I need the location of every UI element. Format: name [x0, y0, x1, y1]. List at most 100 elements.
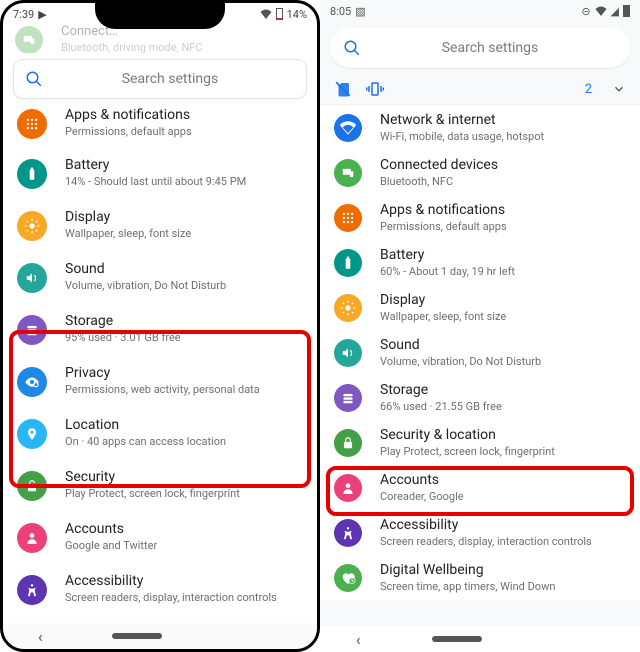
settings-item-storage[interactable]: Storage95% used · 3.01 GB free [3, 303, 317, 355]
item-title: Display [380, 292, 506, 308]
wifi-icon [260, 9, 272, 19]
sound-icon [17, 263, 47, 293]
item-title: Battery [65, 157, 246, 173]
apps-notifications-icon [334, 204, 362, 232]
item-subtitle: Volume, vibration, Do Not Disturb [380, 355, 541, 368]
battery-icon [334, 249, 362, 277]
item-title: Location [65, 417, 226, 433]
item-subtitle: Permissions, default apps [65, 125, 192, 138]
item-subtitle: Screen readers, display, interaction con… [380, 535, 592, 548]
item-title: Accessibility [380, 517, 592, 533]
item-subtitle: Volume, vibration, Do Not Disturb [65, 279, 226, 292]
settings-item-display[interactable]: Display Wallpaper, sleep, font size [3, 199, 317, 251]
settings-item-digital-wellbeing[interactable]: Digital WellbeingScreen time, app timers… [320, 555, 640, 600]
settings-item-connected-devices[interactable]: Connected devices Bluetooth, NFC [320, 150, 640, 195]
privacy-icon [17, 367, 47, 397]
search-placeholder: Search settings [362, 40, 618, 56]
settings-item-storage[interactable]: Storage66% used · 21.55 GB free [320, 375, 640, 420]
settings-item-accessibility[interactable]: Accessibility Screen readers, display, in… [320, 510, 640, 555]
signal-icon: ◢ [611, 5, 619, 18]
item-title: Accounts [65, 521, 157, 537]
item-subtitle: Play Protect, screen lock, fingerprint [65, 487, 240, 500]
item-subtitle: Permissions, web activity, personal data [65, 383, 260, 396]
item-title: Accounts [380, 472, 464, 488]
item-subtitle: Screen time, app timers, Wind Down [380, 580, 555, 593]
settings-item-sound[interactable]: Sound Volume, vibration, Do Not Disturb [3, 251, 317, 303]
location-icon [17, 419, 47, 449]
phone-right: 8:05 ▧ ⊝ ◢ Search settings 2 Network & i… [320, 0, 640, 652]
devices-icon [15, 26, 43, 53]
status-time: 7:39 [13, 8, 34, 21]
notch [95, 1, 225, 29]
item-subtitle: 14% - Should last until about 9:45 PM [65, 175, 246, 188]
settings-item-security-location[interactable]: Security & locationPlay Protect, screen … [320, 420, 640, 465]
accessibility-icon [17, 575, 47, 605]
battery-icon [17, 159, 47, 189]
search-bar[interactable]: Search settings [13, 59, 307, 99]
sim-off-icon[interactable] [334, 80, 352, 98]
item-subtitle: Coreader, Google [380, 490, 464, 503]
item-title: Display [65, 209, 191, 225]
settings-item-location[interactable]: LocationOn · 40 apps can access location [3, 407, 317, 459]
youtube-icon: ▶ [38, 8, 46, 21]
search-icon [342, 38, 362, 58]
item-title: Sound [380, 337, 541, 353]
item-subtitle: Google and Twitter [65, 539, 157, 552]
back-button[interactable]: ‹ [38, 627, 43, 646]
vibrate-icon[interactable] [366, 80, 384, 98]
settings-item-battery[interactable]: Battery 14% - Should last until about 9:4… [3, 147, 317, 199]
item-title: Network & internet [380, 112, 544, 128]
settings-item-apps[interactable]: Apps & notifications Permissions, defaul… [3, 105, 317, 147]
chip-count: 2 [585, 82, 592, 97]
settings-item-sound[interactable]: Sound Volume, vibration, Do Not Disturb [320, 330, 640, 375]
security-location-icon [334, 429, 362, 457]
accounts-icon [334, 474, 362, 502]
partial-item-connected[interactable]: Connect… Bluetooth, driving mode, NFC [3, 25, 317, 53]
nav-bar: ‹ [3, 623, 317, 649]
security-icon [17, 471, 47, 501]
settings-item-display[interactable]: Display Wallpaper, sleep, font size [320, 285, 640, 330]
settings-item-accounts[interactable]: Accounts Google and Twitter [3, 511, 317, 563]
item-subtitle: Wallpaper, sleep, font size [380, 310, 506, 323]
wifi-icon [595, 6, 607, 16]
settings-item-accounts[interactable]: Accounts Coreader, Google [320, 465, 640, 510]
settings-item-network-internet[interactable]: Network & internet Wi-Fi, mobile, data us… [320, 105, 640, 150]
item-title: Privacy [65, 365, 260, 381]
search-bar[interactable]: Search settings [330, 28, 630, 68]
chevron-down-icon[interactable] [612, 82, 626, 96]
screenshot-icon: ▧ [355, 5, 365, 18]
suggestion-chips: 2 [320, 74, 640, 105]
settings-item-apps-notifications[interactable]: Apps & notificationsPermissions, default… [320, 195, 640, 240]
item-title: Accessibility [65, 573, 277, 589]
home-pill[interactable] [112, 633, 162, 639]
apps-icon [17, 109, 47, 139]
item-title: Connected devices [380, 157, 498, 173]
status-bar: 8:05 ▧ ⊝ ◢ [320, 0, 640, 22]
item-subtitle: Bluetooth, NFC [380, 175, 498, 188]
nav-bar: ‹ [320, 626, 640, 652]
settings-item-privacy[interactable]: Privacy Permissions, web activity, person… [3, 355, 317, 407]
settings-item-accessibility[interactable]: AccessibilityScreen readers, display, in… [3, 563, 317, 615]
item-title: Apps & notifications [65, 107, 192, 123]
item-title: Battery [380, 247, 515, 263]
accessibility-icon [334, 519, 362, 547]
storage-icon [334, 384, 362, 412]
storage-icon [17, 315, 47, 345]
item-subtitle: 66% used · 21.55 GB free [380, 400, 502, 413]
item-subtitle: Permissions, default apps [380, 220, 507, 233]
item-subtitle: Wallpaper, sleep, font size [65, 227, 191, 240]
home-pill[interactable] [432, 636, 482, 642]
search-icon [24, 69, 44, 89]
item-subtitle: Wi-Fi, mobile, data usage, hotspot [380, 130, 544, 143]
search-placeholder: Search settings [44, 71, 296, 87]
settings-item-security[interactable]: SecurityPlay Protect, screen lock, finge… [3, 459, 317, 511]
item-title: Storage [65, 313, 181, 329]
settings-list: Battery 14% - Should last until about 9:4… [3, 147, 317, 652]
item-subtitle: Bluetooth, driving mode, NFC [61, 41, 203, 53]
settings-item-battery[interactable]: Battery60% - About 1 day, 19 hr left [320, 240, 640, 285]
back-button[interactable]: ‹ [356, 630, 361, 649]
phone-left: 7:39 ▶ 14% Connect… Bluetooth, driving m… [0, 0, 320, 652]
dnd-icon: ⊝ [581, 5, 590, 18]
digital-wellbeing-icon [334, 564, 362, 592]
item-title: Sound [65, 261, 226, 277]
